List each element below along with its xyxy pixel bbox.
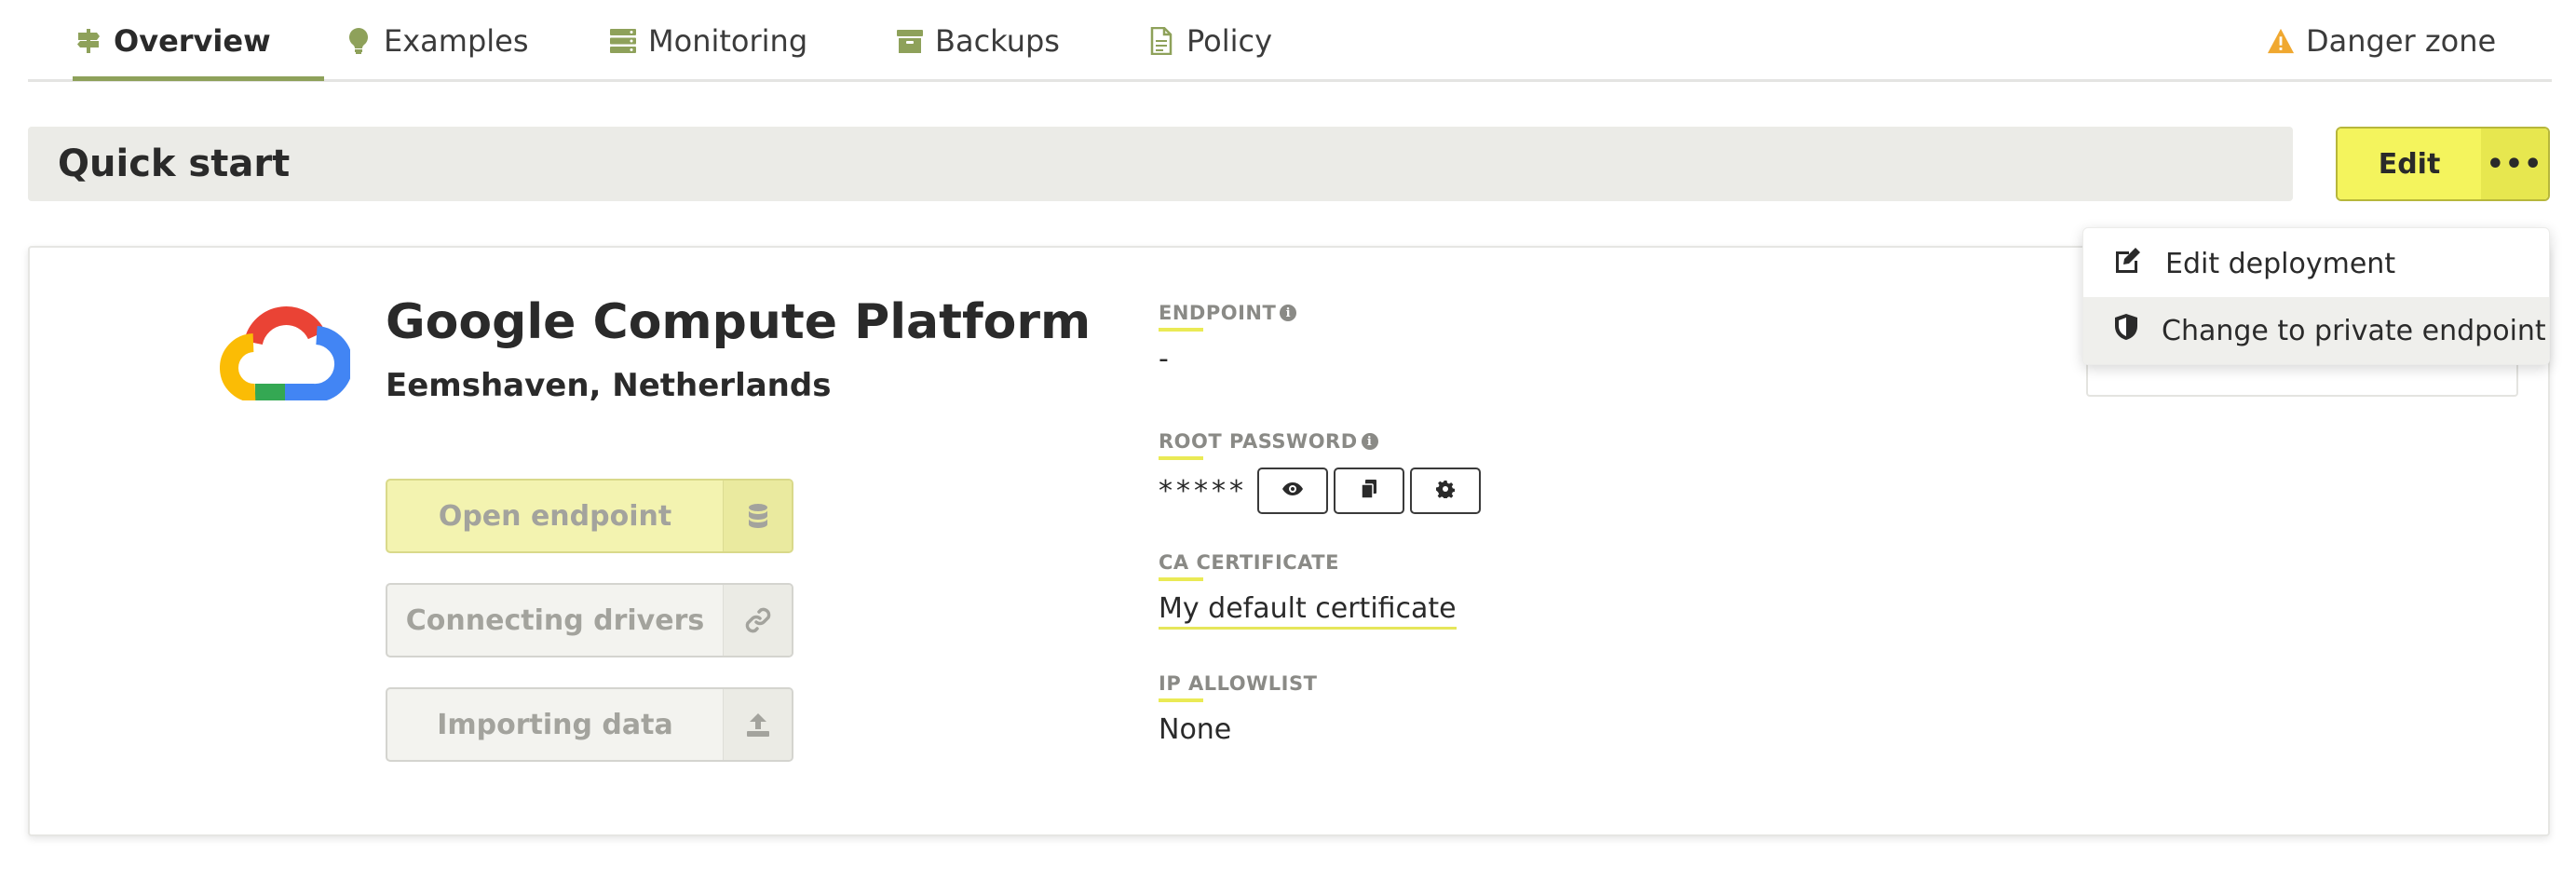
endpoint-label: ENDPOINT i [1159,302,1297,332]
lightbulb-icon [345,27,373,55]
info-icon[interactable]: i [1280,305,1297,321]
more-options-menu: Edit deployment Change to private endpoi… [2082,227,2550,365]
shield-icon [2113,313,2139,348]
tab-label: Danger zone [2306,23,2497,59]
info-icon[interactable]: i [1361,433,1378,450]
label-underline [1159,698,1203,702]
connecting-drivers-button[interactable]: Connecting drivers [386,583,793,657]
ca-certificate-label-text: CA CERTIFICATE [1159,551,1339,574]
ca-certificate-link[interactable]: My default certificate [1159,592,1457,630]
database-icon [723,481,792,551]
tab-backups[interactable]: Backups [896,0,1060,82]
section-header: Quick start [28,127,2293,201]
importing-data-button[interactable]: Importing data [386,687,793,762]
root-password-label-text: ROOT PASSWORD [1159,430,1358,453]
gear-icon [1436,480,1456,502]
label-underline [1159,577,1203,581]
eye-icon [1281,481,1304,500]
password-settings-button[interactable] [1410,468,1481,514]
copy-icon [1361,479,1377,503]
endpoint-value: - [1159,343,1169,375]
edit-icon [2113,246,2143,281]
active-tab-indicator [73,76,324,81]
ca-certificate-label: CA CERTIFICATE [1159,551,1339,581]
provider-name: Google Compute Platform [386,294,1091,350]
action-label: Importing data [437,708,673,741]
warning-icon [2267,27,2295,55]
label-underline [1159,328,1203,332]
tab-danger-zone[interactable]: Danger zone [2267,0,2496,82]
document-icon [1147,27,1175,55]
menu-item-label: Change to private endpoint [2162,314,2546,347]
action-label: Connecting drivers [405,603,705,637]
tab-label: Policy [1186,23,1273,59]
signpost-icon [75,27,102,55]
tab-overview[interactable]: Overview [75,0,271,82]
action-label: Open endpoint [438,499,672,533]
edit-button[interactable]: Edit [2338,129,2481,199]
endpoint-label-text: ENDPOINT [1159,302,1277,324]
show-password-button[interactable] [1257,468,1328,514]
root-password-value: ***** [1159,475,1247,508]
tab-label: Overview [114,23,271,59]
tab-label: Examples [384,23,529,59]
ip-allowlist-value: None [1159,713,1232,746]
tab-policy[interactable]: Policy [1147,0,1272,82]
tab-label: Monitoring [648,23,808,59]
ip-allowlist-label: IP ALLOWLIST [1159,672,1318,702]
section-title: Quick start [58,142,291,185]
menu-item-edit-deployment[interactable]: Edit deployment [2083,230,2549,297]
region-name: Eemshaven, Netherlands [386,367,832,404]
label-underline [1159,456,1203,460]
copy-password-button[interactable] [1334,468,1404,514]
root-password-label: ROOT PASSWORD i [1159,430,1378,460]
tab-bar: Overview Examples Monitoring Backups Pol… [28,0,2552,82]
tab-monitoring[interactable]: Monitoring [609,0,807,82]
tab-label: Backups [935,23,1060,59]
tab-examples[interactable]: Examples [345,0,529,82]
server-icon [609,27,637,55]
archive-icon [896,27,924,55]
more-options-button[interactable]: ••• [2481,129,2548,199]
edit-button-group: Edit ••• [2336,127,2550,201]
open-endpoint-button[interactable]: Open endpoint [386,479,793,553]
link-icon [723,585,792,656]
ip-allowlist-label-text: IP ALLOWLIST [1159,672,1318,695]
menu-item-change-to-private-endpoint[interactable]: Change to private endpoint [2083,297,2549,364]
google-cloud-logo [220,298,353,403]
ca-certificate-value[interactable]: My default certificate [1159,592,1457,630]
upload-icon [723,689,792,760]
menu-item-label: Edit deployment [2165,247,2396,280]
